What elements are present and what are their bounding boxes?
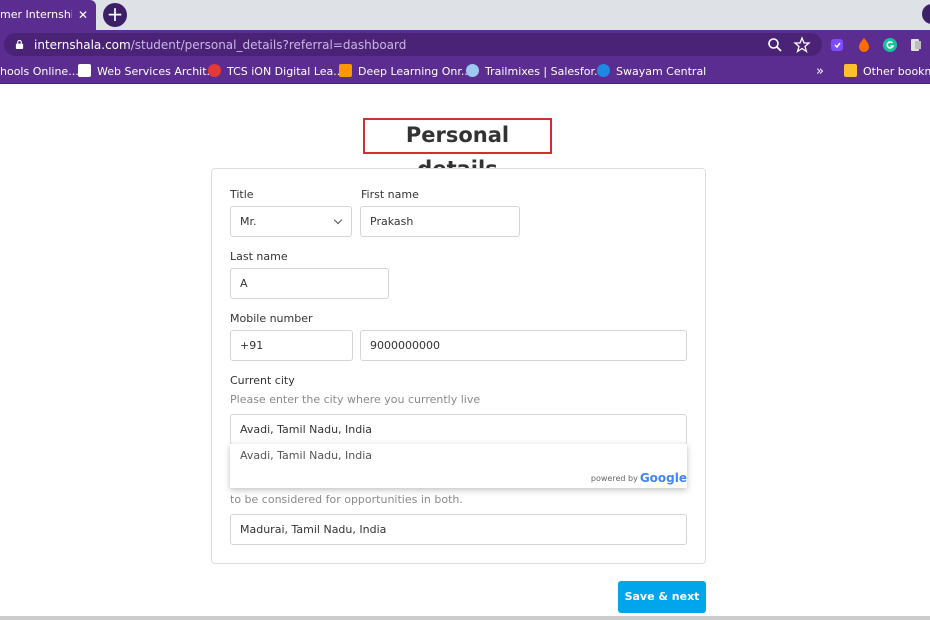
second-city-hint: to be considered for opportunities in bo… bbox=[230, 493, 463, 506]
office-icon[interactable] bbox=[907, 36, 925, 54]
deeplearning-favicon-icon bbox=[339, 64, 352, 77]
powered-by-google: powered by Google bbox=[591, 471, 687, 485]
mobile-label: Mobile number bbox=[230, 312, 313, 325]
folder-icon bbox=[844, 64, 857, 77]
tab-strip bbox=[0, 0, 930, 30]
current-city-label: Current city bbox=[230, 374, 295, 387]
first-name-label: First name bbox=[361, 188, 419, 201]
zoom-icon[interactable] bbox=[766, 36, 784, 54]
bookmark-label: Other bookma bbox=[863, 65, 930, 78]
extension-purple-icon[interactable] bbox=[828, 36, 846, 54]
url-path: /student/personal_details?referral=dashb… bbox=[130, 38, 407, 52]
grammarly-icon[interactable] bbox=[881, 36, 899, 54]
city-suggestion-item[interactable]: Avadi, Tamil Nadu, India bbox=[240, 449, 372, 462]
url-domain: internshala.com bbox=[34, 38, 131, 52]
bookmark-item[interactable]: Swayam Central bbox=[597, 60, 706, 84]
other-bookmarks[interactable]: Other bookma bbox=[844, 60, 930, 84]
bookmark-item[interactable]: Web Services Archit... bbox=[78, 60, 217, 84]
bookmark-item[interactable]: Trailmixes | Salesfor... bbox=[466, 60, 605, 84]
taskbar-strip bbox=[0, 616, 930, 620]
close-icon[interactable]: ✕ bbox=[78, 0, 88, 30]
bookmark-item[interactable]: hools Online... bbox=[0, 60, 79, 84]
browser-tab[interactable]: mer Internship ✕ bbox=[0, 0, 96, 30]
bookmark-label: Web Services Archit... bbox=[97, 65, 218, 78]
bookmark-item[interactable]: Deep Learning Onr... bbox=[339, 60, 471, 84]
trailhead-favicon-icon bbox=[466, 64, 479, 77]
save-next-button[interactable]: Save & next bbox=[618, 581, 706, 613]
lock-icon[interactable] bbox=[15, 40, 24, 49]
tab-title: mer Internship bbox=[0, 8, 72, 21]
bookmark-star-icon[interactable] bbox=[793, 36, 811, 54]
bookmark-label: hools Online... bbox=[0, 65, 79, 78]
google-logo: Google bbox=[639, 471, 687, 485]
bookmark-label: TCS iON Digital Lea... bbox=[227, 65, 344, 78]
last-name-field[interactable]: A bbox=[230, 268, 389, 299]
w3-favicon-icon bbox=[78, 64, 91, 77]
new-tab-button[interactable]: + bbox=[103, 3, 127, 27]
last-name-label: Last name bbox=[230, 250, 288, 263]
bookmark-label: Swayam Central bbox=[616, 65, 707, 78]
country-code-field[interactable]: +91 bbox=[230, 330, 353, 361]
tcs-favicon-icon bbox=[208, 64, 221, 77]
bookmark-label: Trailmixes | Salesfor... bbox=[485, 65, 605, 78]
title-value: Mr. bbox=[240, 215, 257, 228]
url-text[interactable]: internshala.com/student/personal_details… bbox=[34, 30, 406, 60]
title-select[interactable]: Mr. bbox=[230, 206, 352, 237]
first-name-field[interactable]: Prakash bbox=[360, 206, 520, 237]
bookmark-label: Deep Learning Onr... bbox=[358, 65, 472, 78]
current-city-field[interactable]: Avadi, Tamil Nadu, India bbox=[230, 414, 687, 445]
chevron-down-icon bbox=[333, 215, 343, 225]
bookmark-item[interactable]: TCS iON Digital Lea... bbox=[208, 60, 344, 84]
bookmarks-overflow-button[interactable]: » bbox=[816, 60, 824, 84]
second-city-field[interactable]: Madurai, Tamil Nadu, India bbox=[230, 514, 687, 545]
mobile-number-field[interactable]: 9000000000 bbox=[360, 330, 687, 361]
extension-flame-icon[interactable] bbox=[855, 36, 873, 54]
current-city-hint: Please enter the city where you currentl… bbox=[230, 393, 481, 406]
powered-by-text: powered by bbox=[590, 474, 638, 483]
title-label: Title bbox=[230, 188, 254, 201]
page-title: Personal details bbox=[405, 123, 510, 181]
city-suggestions-dropdown: Avadi, Tamil Nadu, India powered by Googl… bbox=[230, 444, 687, 488]
swayam-favicon-icon bbox=[597, 64, 610, 77]
